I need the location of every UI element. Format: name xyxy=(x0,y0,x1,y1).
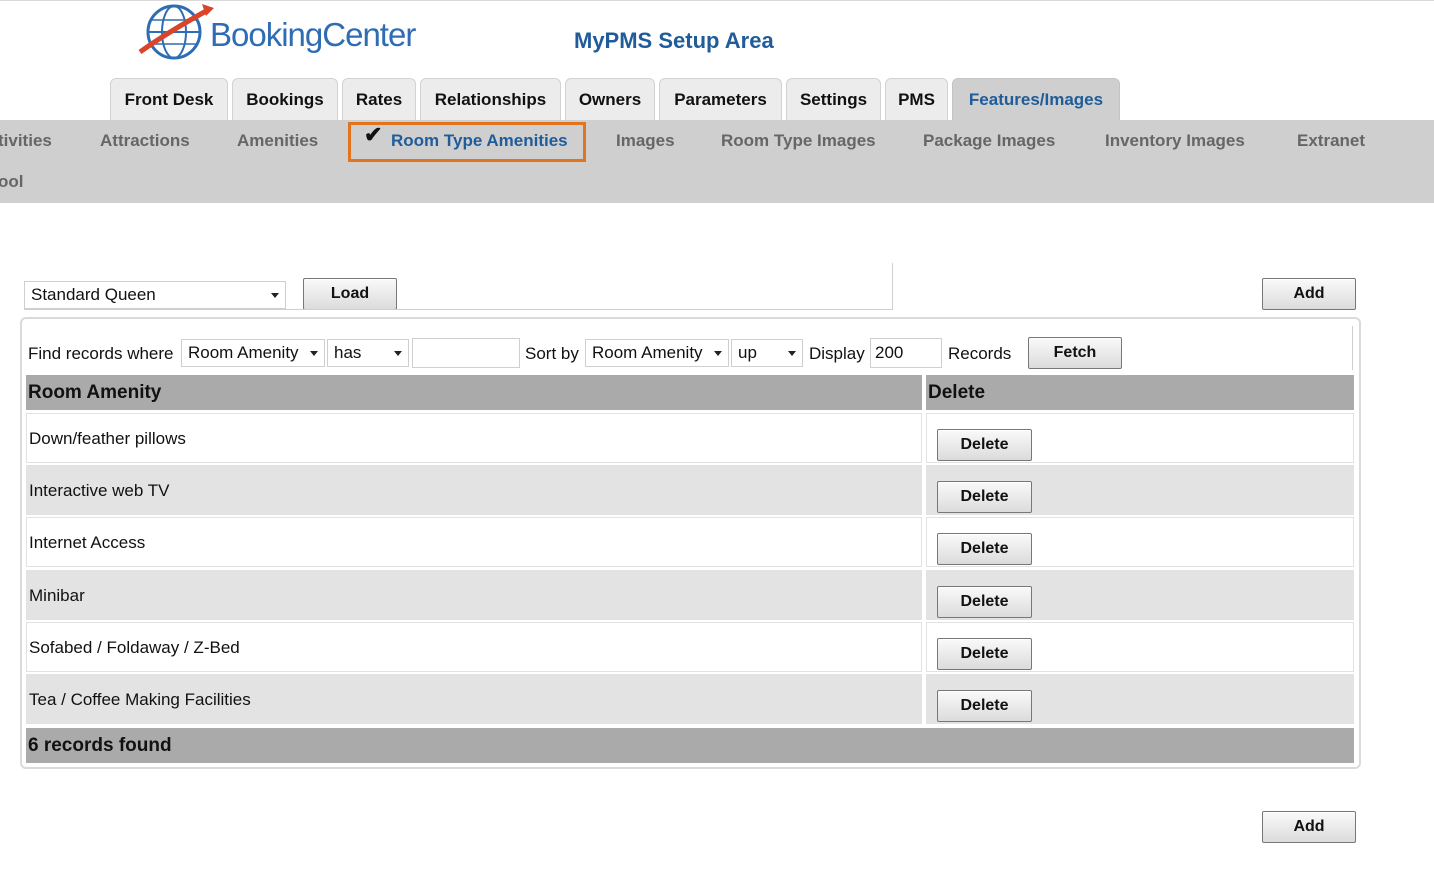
subnav-tool[interactable]: ool xyxy=(0,172,24,192)
column-header-room-amenity[interactable]: Room Amenity xyxy=(26,375,922,410)
load-button[interactable]: Load xyxy=(303,278,397,310)
delete-cell: Delete xyxy=(926,674,1354,724)
display-count-input[interactable]: 200 xyxy=(870,338,942,368)
fetch-button[interactable]: Fetch xyxy=(1028,337,1122,369)
filter-operator-value: has xyxy=(334,343,362,362)
divider xyxy=(892,263,893,310)
delete-button[interactable]: Delete xyxy=(937,429,1032,461)
sort-by-label: Sort by xyxy=(525,344,579,363)
subnav-attractions[interactable]: Attractions xyxy=(100,131,190,151)
amenity-cell: Interactive web TV xyxy=(26,465,922,515)
delete-cell: Delete xyxy=(926,622,1354,672)
tab-front-desk[interactable]: Front Desk xyxy=(110,78,228,120)
table-row: Minibar Delete xyxy=(26,570,1354,620)
room-type-select-value: Standard Queen xyxy=(31,285,156,304)
amenity-cell: Down/feather pillows xyxy=(26,413,922,463)
table-row: Interactive web TV Delete xyxy=(26,465,1354,515)
subnav-extranet[interactable]: Extranet xyxy=(1297,131,1365,151)
records-label: Records xyxy=(948,344,1012,363)
divider xyxy=(1352,326,1353,370)
filter-field-value: Room Amenity xyxy=(188,343,299,362)
display-label: Display xyxy=(809,344,865,363)
chevron-down-icon xyxy=(271,293,279,298)
tab-features-images[interactable]: Features/Images xyxy=(952,78,1120,120)
find-records-label: Find records where xyxy=(28,344,174,363)
filter-field-select[interactable]: Room Amenity xyxy=(181,339,325,367)
logo-text: BookingCenter xyxy=(210,16,416,53)
records-found-footer: 6 records found xyxy=(26,728,1354,763)
column-header-delete: Delete xyxy=(926,375,1354,410)
delete-cell: Delete xyxy=(926,517,1354,567)
subnav-room-type-amenities[interactable]: Room Type Amenities xyxy=(391,131,568,151)
amenity-cell: Minibar xyxy=(26,570,922,620)
table-row: Down/feather pillows Delete xyxy=(26,413,1354,463)
chevron-down-icon xyxy=(714,351,722,356)
sort-direction-value: up xyxy=(738,343,757,362)
add-button-top[interactable]: Add xyxy=(1262,278,1356,310)
delete-cell: Delete xyxy=(926,413,1354,463)
tab-bookings[interactable]: Bookings xyxy=(232,78,338,120)
tab-parameters[interactable]: Parameters xyxy=(659,78,782,120)
tab-pms[interactable]: PMS xyxy=(885,78,948,120)
amenity-cell: Sofabed / Foldaway / Z-Bed xyxy=(26,622,922,672)
divider xyxy=(24,309,892,310)
room-type-select[interactable]: Standard Queen xyxy=(24,281,286,309)
delete-button[interactable]: Delete xyxy=(937,586,1032,618)
table-row: Sofabed / Foldaway / Z-Bed Delete xyxy=(26,622,1354,672)
filter-value-input[interactable] xyxy=(412,338,520,368)
table-row: Tea / Coffee Making Facilities Delete xyxy=(26,674,1354,724)
amenity-cell: Tea / Coffee Making Facilities xyxy=(26,674,922,724)
filter-operator-select[interactable]: has xyxy=(327,339,409,367)
subnav-package-images[interactable]: Package Images xyxy=(923,131,1055,151)
sort-direction-select[interactable]: up xyxy=(731,339,803,367)
subnav-room-type-images[interactable]: Room Type Images xyxy=(721,131,876,151)
chevron-down-icon xyxy=(310,351,318,356)
delete-cell: Delete xyxy=(926,570,1354,620)
chevron-down-icon xyxy=(788,351,796,356)
subnav-amenities[interactable]: Amenities xyxy=(237,131,318,151)
checkmark-icon: ✔ xyxy=(364,122,383,147)
tab-rates[interactable]: Rates xyxy=(342,78,416,120)
top-rule xyxy=(0,0,1434,1)
subnav-activities[interactable]: tivities xyxy=(0,131,52,151)
chevron-down-icon xyxy=(394,351,402,356)
sort-field-value: Room Amenity xyxy=(592,343,703,362)
delete-button[interactable]: Delete xyxy=(937,533,1032,565)
add-button-bottom[interactable]: Add xyxy=(1262,811,1356,843)
table-row: Internet Access Delete xyxy=(26,517,1354,567)
delete-cell: Delete xyxy=(926,465,1354,515)
tab-settings[interactable]: Settings xyxy=(786,78,881,120)
amenity-cell: Internet Access xyxy=(26,517,922,567)
sort-field-select[interactable]: Room Amenity xyxy=(585,339,729,367)
subnav-images[interactable]: Images xyxy=(616,131,675,151)
delete-button[interactable]: Delete xyxy=(937,690,1032,722)
tab-relationships[interactable]: Relationships xyxy=(420,78,561,120)
delete-button[interactable]: Delete xyxy=(937,481,1032,513)
tab-owners[interactable]: Owners xyxy=(565,78,655,120)
page-title: MyPMS Setup Area xyxy=(574,28,774,53)
delete-button[interactable]: Delete xyxy=(937,638,1032,670)
subnav-inventory-images[interactable]: Inventory Images xyxy=(1105,131,1245,151)
